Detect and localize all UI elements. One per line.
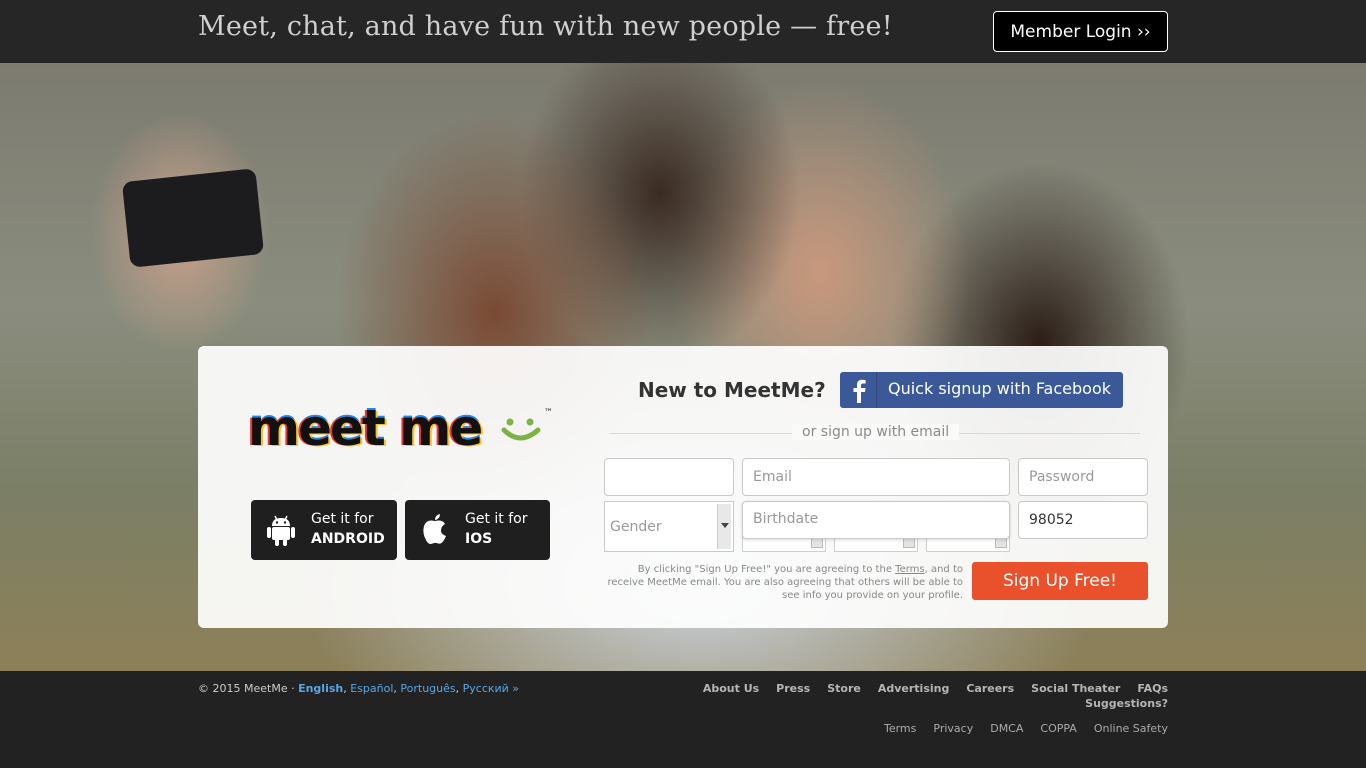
footer-link-coppa[interactable]: COPPA <box>1040 722 1076 735</box>
footer-link-dmca[interactable]: DMCA <box>990 722 1023 735</box>
smile-icon <box>501 418 541 441</box>
footer-link-social-theater[interactable]: Social Theater <box>1031 682 1120 695</box>
phone-in-photo <box>121 168 265 268</box>
facebook-icon-box <box>840 372 877 408</box>
android-line1: Get it for <box>311 511 374 527</box>
facebook-signup-button[interactable]: Quick signup with Facebook <box>840 372 1123 408</box>
logo-wordmark: meet me <box>248 399 483 457</box>
facebook-signup-label: Quick signup with Facebook <box>888 379 1111 398</box>
sign-up-free-button[interactable]: Sign Up Free! <box>972 562 1148 600</box>
footer-link-about[interactable]: About Us <box>703 682 759 695</box>
terms-prefix: By clicking "Sign Up Free!" you are agre… <box>637 564 896 575</box>
lang-english[interactable]: English <box>298 682 343 695</box>
signup-heading: New to MeetMe? <box>638 378 826 402</box>
android-line2: ANDROID <box>311 531 385 547</box>
copyright-line: © 2015 MeetMe · English, Español, Portug… <box>198 682 520 695</box>
android-icon <box>267 515 295 546</box>
or-signup-email-text: or sign up with email <box>792 424 960 440</box>
ios-line2: IOS <box>465 531 493 547</box>
footer-link-faqs[interactable]: FAQs <box>1137 682 1168 695</box>
lang-portugues[interactable]: Português <box>400 682 455 695</box>
facebook-icon <box>853 379 866 403</box>
copyright-text: © 2015 MeetMe · <box>198 682 295 695</box>
ios-line1: Get it for <box>465 511 528 527</box>
gender-placeholder: Gender <box>610 519 662 535</box>
footer-links-secondary: Terms Privacy DMCA COPPA Online Safety <box>867 722 1168 735</box>
get-ios-button[interactable]: Get it for IOS <box>405 500 550 560</box>
footer-link-online-safety[interactable]: Online Safety <box>1094 722 1168 735</box>
footer-link-terms[interactable]: Terms <box>884 722 916 735</box>
birthdate-field[interactable]: Birthdate <box>742 501 1010 539</box>
birthdate-placeholder: Birthdate <box>753 511 819 527</box>
footer-link-advertising[interactable]: Advertising <box>878 682 950 695</box>
terms-link[interactable]: Terms <box>895 564 924 575</box>
get-android-button[interactable]: Get it for ANDROID <box>251 500 397 560</box>
footer-links-primary: About Us Press Store Advertising Careers Soci… <box>686 682 1168 695</box>
lang-russian[interactable]: Русский » <box>463 682 519 695</box>
footer-link-careers[interactable]: Careers <box>966 682 1014 695</box>
email-input[interactable] <box>742 458 1010 496</box>
tagline: Meet, chat, and have fun with new people… <box>198 11 893 42</box>
footer-link-privacy[interactable]: Privacy <box>933 722 973 735</box>
apple-icon <box>423 514 446 544</box>
gender-dropdown-arrow-icon <box>717 504 731 549</box>
footer-link-press[interactable]: Press <box>776 682 810 695</box>
name-input[interactable] <box>604 458 734 496</box>
zip-input[interactable] <box>1018 501 1148 539</box>
meetme-logo: meet me ™ <box>248 400 568 456</box>
top-header: Meet, chat, and have fun with new people… <box>0 0 1366 63</box>
footer-link-suggestions[interactable]: Suggestions? <box>1085 697 1168 710</box>
trademark: ™ <box>544 408 553 418</box>
terms-notice: By clicking "Sign Up Free!" you are agre… <box>604 563 963 602</box>
gender-select[interactable]: Gender <box>604 501 734 552</box>
password-input[interactable] <box>1018 458 1148 496</box>
footer-link-store[interactable]: Store <box>827 682 861 695</box>
member-login-button[interactable]: Member Login ›› <box>993 11 1168 52</box>
lang-espanol[interactable]: Español <box>350 682 393 695</box>
